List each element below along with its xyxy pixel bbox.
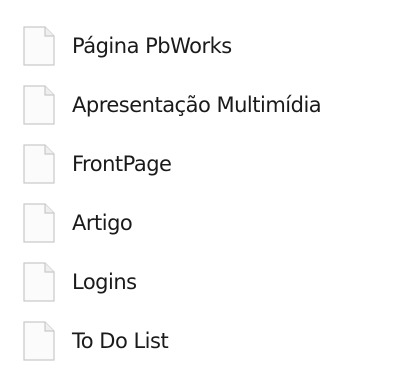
page-item-label: Logins xyxy=(72,269,137,294)
page-list: Página PbWorks Apresentação Multimídia F… xyxy=(22,16,392,370)
document-icon xyxy=(23,143,55,184)
page-item-label: To Do List xyxy=(72,328,169,353)
page-item-label: Página PbWorks xyxy=(72,33,232,58)
document-icon xyxy=(23,25,55,66)
page-item-to-do-list[interactable]: To Do List xyxy=(22,311,392,370)
document-icon xyxy=(23,202,55,243)
page-item-label: FrontPage xyxy=(72,151,172,176)
page-item-label: Apresentação Multimídia xyxy=(72,92,322,117)
page-item-label: Artigo xyxy=(72,210,133,235)
document-icon xyxy=(23,261,55,302)
page-item-logins[interactable]: Logins xyxy=(22,252,392,311)
page-item-pagina-pbworks[interactable]: Página PbWorks xyxy=(22,16,392,75)
document-icon xyxy=(23,320,55,361)
page-item-artigo[interactable]: Artigo xyxy=(22,193,392,252)
page-item-apresentacao-multimidia[interactable]: Apresentação Multimídia xyxy=(22,75,392,134)
document-icon xyxy=(23,84,55,125)
page-item-frontpage[interactable]: FrontPage xyxy=(22,134,392,193)
